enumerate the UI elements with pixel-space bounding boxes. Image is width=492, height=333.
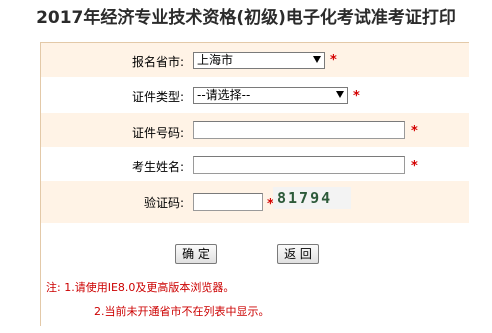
exam-ticket-form: 报名省市: 上海市 * 证件类型: --请选择-- * 证件号码: * 考生姓名… (40, 42, 469, 326)
dropdown-arrow-icon (313, 56, 321, 63)
required-mark: * (411, 159, 418, 174)
cert-number-label: 证件号码: (131, 126, 184, 140)
cert-type-select-value: --请选择-- (197, 88, 251, 102)
province-label: 报名省市: (131, 55, 184, 69)
back-button[interactable]: 返 回 (277, 244, 319, 264)
name-input[interactable] (193, 156, 405, 174)
note-line-2: 2.当前未开通省市不在列表中显示。 (94, 305, 270, 318)
form-row-cert-type: 证件类型: --请选择-- * (41, 77, 469, 113)
name-label: 考生姓名: (131, 160, 184, 174)
captcha-image[interactable]: 81794 (273, 187, 351, 209)
dropdown-arrow-icon (336, 91, 344, 98)
form-row-province: 报名省市: 上海市 * (41, 43, 469, 77)
captcha-label: 验证码: (143, 196, 184, 210)
note-line-1: 注: 1.请使用IE8.0及更高版本浏览器。 (46, 281, 235, 294)
form-row-cert-number: 证件号码: * (41, 113, 469, 147)
cert-type-select[interactable]: --请选择-- (193, 87, 348, 104)
required-mark: * (411, 124, 418, 139)
form-row-name: 考生姓名: * (41, 147, 469, 181)
form-row-captcha: 验证码: * (41, 181, 469, 223)
cert-type-label: 证件类型: (131, 90, 184, 104)
required-mark: * (330, 53, 337, 68)
confirm-button[interactable]: 确 定 (175, 244, 217, 264)
province-select-value: 上海市 (197, 53, 234, 67)
required-mark: * (353, 89, 360, 104)
cert-number-input[interactable] (193, 121, 405, 139)
page-title: 2017年经济专业技术资格(初级)电子化考试准考证打印 (36, 8, 456, 28)
captcha-input[interactable] (193, 193, 263, 211)
province-select[interactable]: 上海市 (193, 52, 325, 69)
